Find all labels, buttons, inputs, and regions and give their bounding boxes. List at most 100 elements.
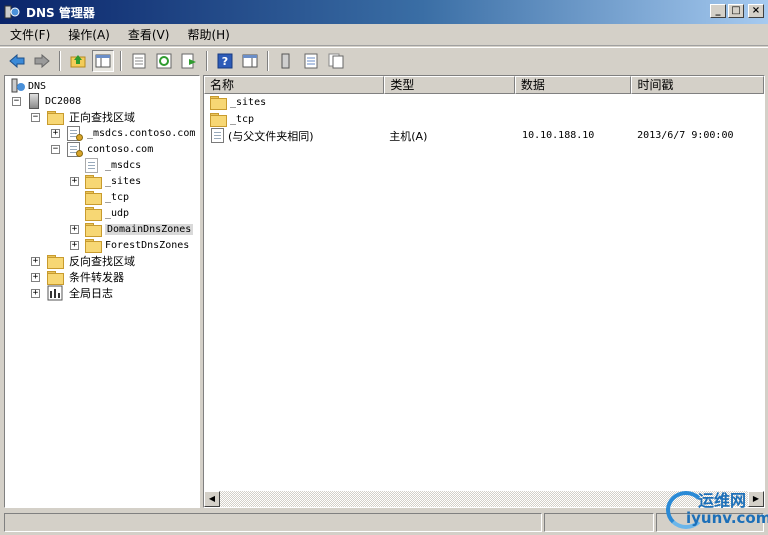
collapse-toggle[interactable]: −	[31, 113, 40, 122]
cell-timestamp: 2013/6/7 9:00:00	[637, 130, 734, 141]
column-header-type[interactable]: 类型	[384, 76, 515, 94]
expand-toggle[interactable]: +	[31, 289, 40, 298]
watermark-top-text: 运维网	[698, 491, 747, 510]
tree-node-forward-zone[interactable]: 正向查找区域	[47, 109, 137, 125]
toolbar-separator	[267, 50, 269, 71]
list-row[interactable]: _tcp	[204, 111, 764, 128]
expand-toggle[interactable]: +	[31, 257, 40, 266]
expand-toggle[interactable]: +	[31, 273, 40, 282]
tree-node-label: contoso.com	[87, 143, 154, 155]
maximize-button[interactable]: □	[728, 4, 744, 18]
properties-button[interactable]	[128, 50, 150, 72]
expand-toggle[interactable]: +	[51, 129, 60, 138]
folder-icon	[85, 190, 102, 205]
tree-node-label: _msdcs	[105, 159, 142, 171]
event-log-icon	[47, 285, 63, 301]
expand-toggle[interactable]: +	[70, 241, 79, 250]
server-icon	[29, 93, 39, 109]
toolbar: ?	[0, 47, 768, 73]
menu-action[interactable]: 操作(A)	[58, 26, 118, 43]
new-host-button[interactable]	[300, 50, 322, 72]
minimize-button[interactable]: _	[710, 4, 726, 18]
tree-node-label: 正向查找区域	[69, 111, 135, 124]
forward-button[interactable]	[31, 50, 53, 72]
tree-node-label: DC2008	[45, 95, 82, 107]
tree-node-label: ForestDnsZones	[105, 239, 190, 251]
cell-name: _tcp	[230, 114, 255, 125]
folder-icon	[210, 113, 227, 127]
show-action-pane-button[interactable]	[239, 50, 261, 72]
tree-node-msdcs[interactable]: _msdcs	[85, 157, 143, 173]
expand-toggle[interactable]: +	[70, 177, 79, 186]
tree-node-forestdnszones[interactable]: ForestDnsZones	[85, 237, 191, 253]
dns-icon	[11, 78, 25, 93]
toolbar-separator	[120, 50, 122, 71]
toolbar-separator	[206, 50, 208, 71]
tree-node-label: _sites	[105, 175, 142, 187]
menu-view[interactable]: 查看(V)	[118, 26, 178, 43]
folder-icon	[210, 96, 227, 110]
tree-node-sites[interactable]: _sites	[85, 173, 143, 189]
list-row[interactable]: _sites	[204, 94, 764, 111]
tree-node-label: 反向查找区域	[69, 255, 135, 268]
tree-node-dns[interactable]: DNS	[10, 78, 48, 94]
folder-icon	[85, 238, 102, 253]
help-button[interactable]: ?	[214, 50, 236, 72]
forward-arrow-icon	[34, 53, 50, 68]
tree-node-tcp[interactable]: _tcp	[85, 189, 131, 205]
column-header-name[interactable]: 名称	[204, 76, 385, 94]
folder-up-icon	[70, 54, 86, 67]
tree-node-label: 条件转发器	[69, 271, 124, 284]
tree-node-domaindnszones[interactable]: DomainDnsZones	[85, 221, 194, 237]
zone-icon	[67, 125, 83, 141]
window-title: DNS 管理器	[26, 5, 95, 20]
folder-icon	[85, 174, 102, 189]
list-row[interactable]: (与父文件夹相同) 主机(A) 10.10.188.10 2013/6/7 9:…	[204, 127, 764, 144]
export-list-button[interactable]	[178, 50, 200, 72]
tree-node-label: DomainDnsZones	[105, 223, 194, 235]
toolbar-separator	[59, 50, 61, 71]
folder-icon	[47, 270, 64, 285]
scroll-left-button[interactable]: ◀	[204, 491, 220, 507]
expand-toggle[interactable]: +	[70, 225, 79, 234]
tree-node-label: _tcp	[105, 191, 130, 203]
tree-node-server[interactable]: DC2008	[29, 93, 83, 109]
column-header-data[interactable]: 数据	[514, 76, 632, 94]
collapse-toggle[interactable]: −	[51, 145, 60, 154]
menu-bar: 文件(F) 操作(A) 查看(V) 帮助(H)	[0, 24, 768, 46]
menu-file[interactable]: 文件(F)	[0, 26, 58, 43]
collapse-toggle[interactable]: −	[12, 97, 21, 106]
refresh-icon	[156, 53, 172, 68]
tree-node-contoso-zone[interactable]: contoso.com	[67, 141, 155, 157]
record-icon	[304, 53, 318, 68]
new-record-button[interactable]	[325, 50, 347, 72]
tree-node-reverse-zone[interactable]: 反向查找区域	[47, 253, 137, 269]
svg-text:?: ?	[222, 55, 228, 68]
show-hide-tree-button[interactable]	[92, 49, 114, 72]
cell-name: (与父文件夹相同)	[228, 129, 314, 143]
properties-icon	[132, 53, 146, 68]
column-header-timestamp[interactable]: 时间戳	[631, 76, 764, 94]
add-server-button[interactable]	[275, 50, 297, 72]
console-tree-icon	[95, 54, 111, 67]
tree-node-conditional-forwarders[interactable]: 条件转发器	[47, 269, 126, 285]
tree-node-label: _msdcs.contoso.com	[87, 127, 196, 139]
status-pane-main	[4, 513, 542, 532]
folder-icon	[47, 110, 64, 125]
back-button[interactable]	[6, 50, 28, 72]
cell-type: 主机(A)	[389, 129, 428, 143]
watermark-bottom-text: iyunv.com	[686, 509, 768, 527]
list-header: 名称 类型 数据 时间戳	[204, 76, 764, 94]
tree-node-udp[interactable]: _udp	[85, 205, 131, 221]
cell-name: _sites	[230, 97, 267, 108]
tree-node-label: _udp	[105, 207, 130, 219]
refresh-button[interactable]	[153, 50, 175, 72]
watermark-logo: 运维网 iyunv.com	[664, 487, 768, 531]
up-level-button[interactable]	[67, 50, 89, 72]
menu-help[interactable]: 帮助(H)	[177, 26, 237, 43]
tree-node-global-logs[interactable]: 全局日志	[47, 285, 115, 301]
dns-app-icon	[4, 4, 20, 20]
zone-icon	[67, 141, 83, 157]
tree-node-msdcs-zone[interactable]: _msdcs.contoso.com	[67, 125, 197, 141]
close-button[interactable]: ×	[748, 4, 764, 18]
